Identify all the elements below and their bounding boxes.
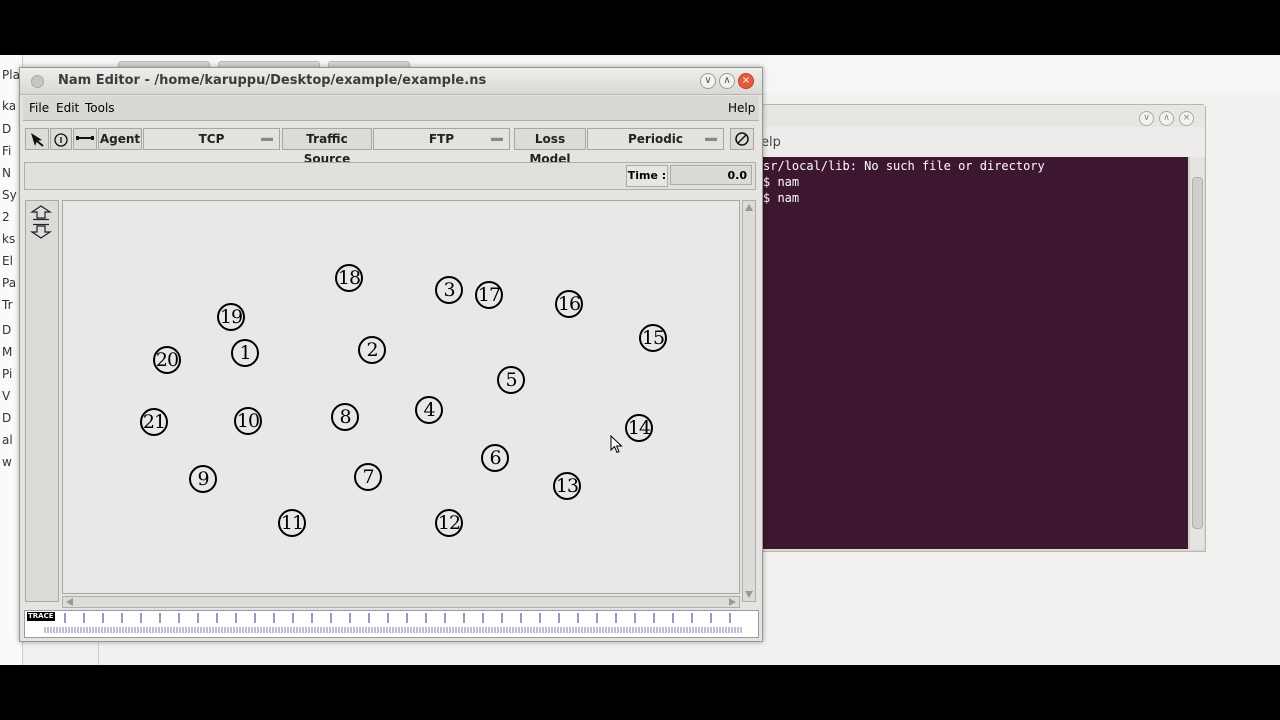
network-node[interactable]: 18	[335, 264, 363, 292]
terminal-line: sr/local/lib: No such file or directory	[763, 159, 1045, 173]
panel-item[interactable]: ka	[2, 99, 16, 113]
network-node[interactable]: 10	[234, 407, 262, 435]
panel-item[interactable]: Fi	[2, 144, 11, 158]
network-node[interactable]: 6	[481, 444, 509, 472]
panel-item[interactable]: 2	[2, 210, 10, 224]
add-node-icon[interactable]	[50, 128, 72, 150]
panel-item[interactable]: V	[2, 389, 10, 403]
network-node[interactable]: 9	[189, 465, 217, 493]
time-bar: Time : 0.0	[24, 162, 756, 190]
traffic-source-button[interactable]: Traffic Source	[282, 128, 372, 166]
panel-item[interactable]: N	[2, 166, 11, 180]
network-node[interactable]: 13	[553, 472, 581, 500]
panel-item[interactable]: D	[2, 411, 11, 425]
maximize-icon[interactable]: ∧	[719, 73, 735, 89]
zoom-in-icon[interactable]	[30, 205, 52, 221]
terminal-scrollbar[interactable]	[1189, 157, 1204, 549]
window-title: Nam Editor - /home/karuppu/Desktop/examp…	[58, 73, 487, 88]
trace-timeline[interactable]: TRACE	[24, 610, 759, 638]
toolbar: Agent TCP Traffic Source FTP Loss Model …	[23, 128, 759, 166]
network-node[interactable]: 21	[140, 408, 168, 436]
canvas-horizontal-scrollbar[interactable]	[62, 596, 740, 608]
menu-help[interactable]: Help	[728, 101, 755, 115]
zoom-out-icon[interactable]	[30, 223, 52, 239]
panel-item[interactable]: ks	[2, 232, 15, 246]
topology-canvas[interactable]: 18 3 17 16 19 15 20 1 2 5 21 10 8 4 14 6…	[62, 200, 740, 594]
delete-icon[interactable]	[730, 128, 754, 150]
time-value: 0.0	[670, 165, 752, 185]
network-node[interactable]: 3	[435, 276, 463, 304]
network-node[interactable]: 15	[639, 324, 667, 352]
traffic-source-value: FTP	[428, 132, 455, 146]
terminal-menubar: elp	[759, 127, 1205, 157]
loss-model-button[interactable]: Loss Model	[514, 128, 586, 166]
network-node[interactable]: 8	[331, 403, 359, 431]
network-node[interactable]: 14	[625, 414, 653, 442]
letterbox-top	[0, 0, 1280, 55]
panel-item[interactable]: Sy	[2, 188, 17, 202]
panel-item[interactable]: D	[2, 122, 11, 136]
terminal-titlebar[interactable]: ∨ ∧ ×	[759, 105, 1205, 127]
panel-item[interactable]: Tr	[2, 298, 13, 312]
network-node[interactable]: 20	[153, 346, 181, 374]
terminal-output[interactable]: sr/local/lib: No such file or directory …	[763, 157, 1188, 549]
panel-item[interactable]: Pa	[2, 276, 16, 290]
menu-edit[interactable]: Edit	[56, 101, 79, 115]
agent-tool-button[interactable]: Agent	[98, 128, 142, 150]
mouse-pointer-icon	[610, 435, 623, 454]
panel-item[interactable]: al	[2, 433, 13, 447]
close-icon[interactable]: ×	[738, 73, 754, 89]
network-node[interactable]: 11	[278, 509, 306, 537]
network-node[interactable]: 17	[475, 281, 503, 309]
minimize-icon[interactable]: ∨	[700, 73, 716, 89]
minimize-icon[interactable]: ∨	[1139, 111, 1154, 126]
maximize-icon[interactable]: ∧	[1159, 111, 1174, 126]
network-node[interactable]: 16	[555, 290, 583, 318]
agent-type-value: TCP	[198, 132, 225, 146]
traffic-source-select[interactable]: FTP	[373, 128, 510, 150]
network-node[interactable]: 19	[217, 303, 245, 331]
time-label: Time :	[626, 165, 668, 187]
panel-item[interactable]: D	[2, 323, 11, 337]
menu-tools[interactable]: Tools	[85, 101, 115, 115]
nam-editor-window[interactable]: Nam Editor - /home/karuppu/Desktop/examp…	[19, 67, 763, 642]
select-arrow-icon[interactable]	[25, 128, 49, 150]
canvas-vertical-scrollbar[interactable]	[742, 200, 756, 602]
network-node[interactable]: 4	[415, 396, 443, 424]
letterbox-bottom	[0, 665, 1280, 720]
timeline-ticks	[43, 613, 743, 633]
network-node[interactable]: 5	[497, 366, 525, 394]
desktop: Plac ka D Fi N Sy 2 ks El Pa Tr D M Pi V…	[0, 55, 1280, 665]
zoom-panel	[25, 200, 59, 602]
loss-model-select[interactable]: Periodic	[587, 128, 724, 150]
panel-item[interactable]: w	[2, 455, 12, 469]
terminal-line: $ nam	[763, 175, 800, 189]
terminal-line: $ nam	[763, 191, 800, 205]
network-node[interactable]: 7	[354, 463, 382, 491]
close-icon[interactable]: ×	[1179, 111, 1194, 126]
agent-type-select[interactable]: TCP	[143, 128, 280, 150]
network-node[interactable]: 1	[231, 339, 259, 367]
network-node[interactable]: 2	[358, 336, 386, 364]
menubar: File Edit Tools Help	[23, 96, 759, 121]
menu-file[interactable]: File	[29, 101, 49, 115]
terminal-scroll-thumb[interactable]	[1192, 177, 1203, 529]
terminal-menu-help[interactable]: elp	[761, 135, 781, 150]
panel-item[interactable]: El	[2, 254, 13, 268]
panel-item[interactable]: M	[2, 345, 12, 359]
window-menu-icon[interactable]	[31, 75, 44, 88]
add-link-icon[interactable]	[73, 128, 97, 150]
terminal-window[interactable]: ∨ ∧ × elp sr/local/lib: No such file or …	[758, 104, 1206, 552]
panel-item[interactable]: Pi	[2, 367, 12, 381]
loss-model-value: Periodic	[627, 132, 684, 146]
nam-titlebar[interactable]: Nam Editor - /home/karuppu/Desktop/examp…	[20, 68, 762, 95]
network-node[interactable]: 12	[435, 509, 463, 537]
